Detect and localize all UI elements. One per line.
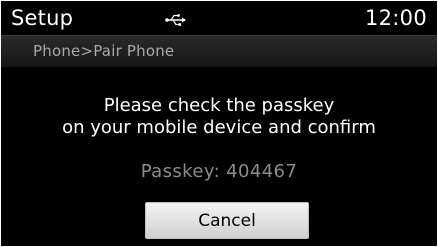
dialog-content: Please check the passkey on your mobile … — [1, 67, 437, 246]
header-bar: Setup 12:00 — [1, 1, 437, 35]
clock: 12:00 — [364, 6, 427, 30]
breadcrumb: Phone>Pair Phone — [33, 42, 175, 60]
passkey-display: Passkey: 404467 — [140, 161, 298, 182]
confirm-message-line-2: on your mobile device and confirm — [62, 117, 376, 138]
confirm-message: Please check the passkey on your mobile … — [1, 95, 437, 139]
confirm-message-line-1: Please check the passkey — [103, 95, 335, 116]
cancel-button-label: Cancel — [198, 210, 256, 231]
app-title: Setup — [11, 6, 74, 30]
usb-icon — [165, 12, 187, 26]
screen: Setup 12:00 Phone>Pair Phone Please chec… — [1, 1, 437, 246]
breadcrumb-bar: Phone>Pair Phone — [1, 35, 437, 67]
cancel-button[interactable]: Cancel — [145, 202, 309, 239]
